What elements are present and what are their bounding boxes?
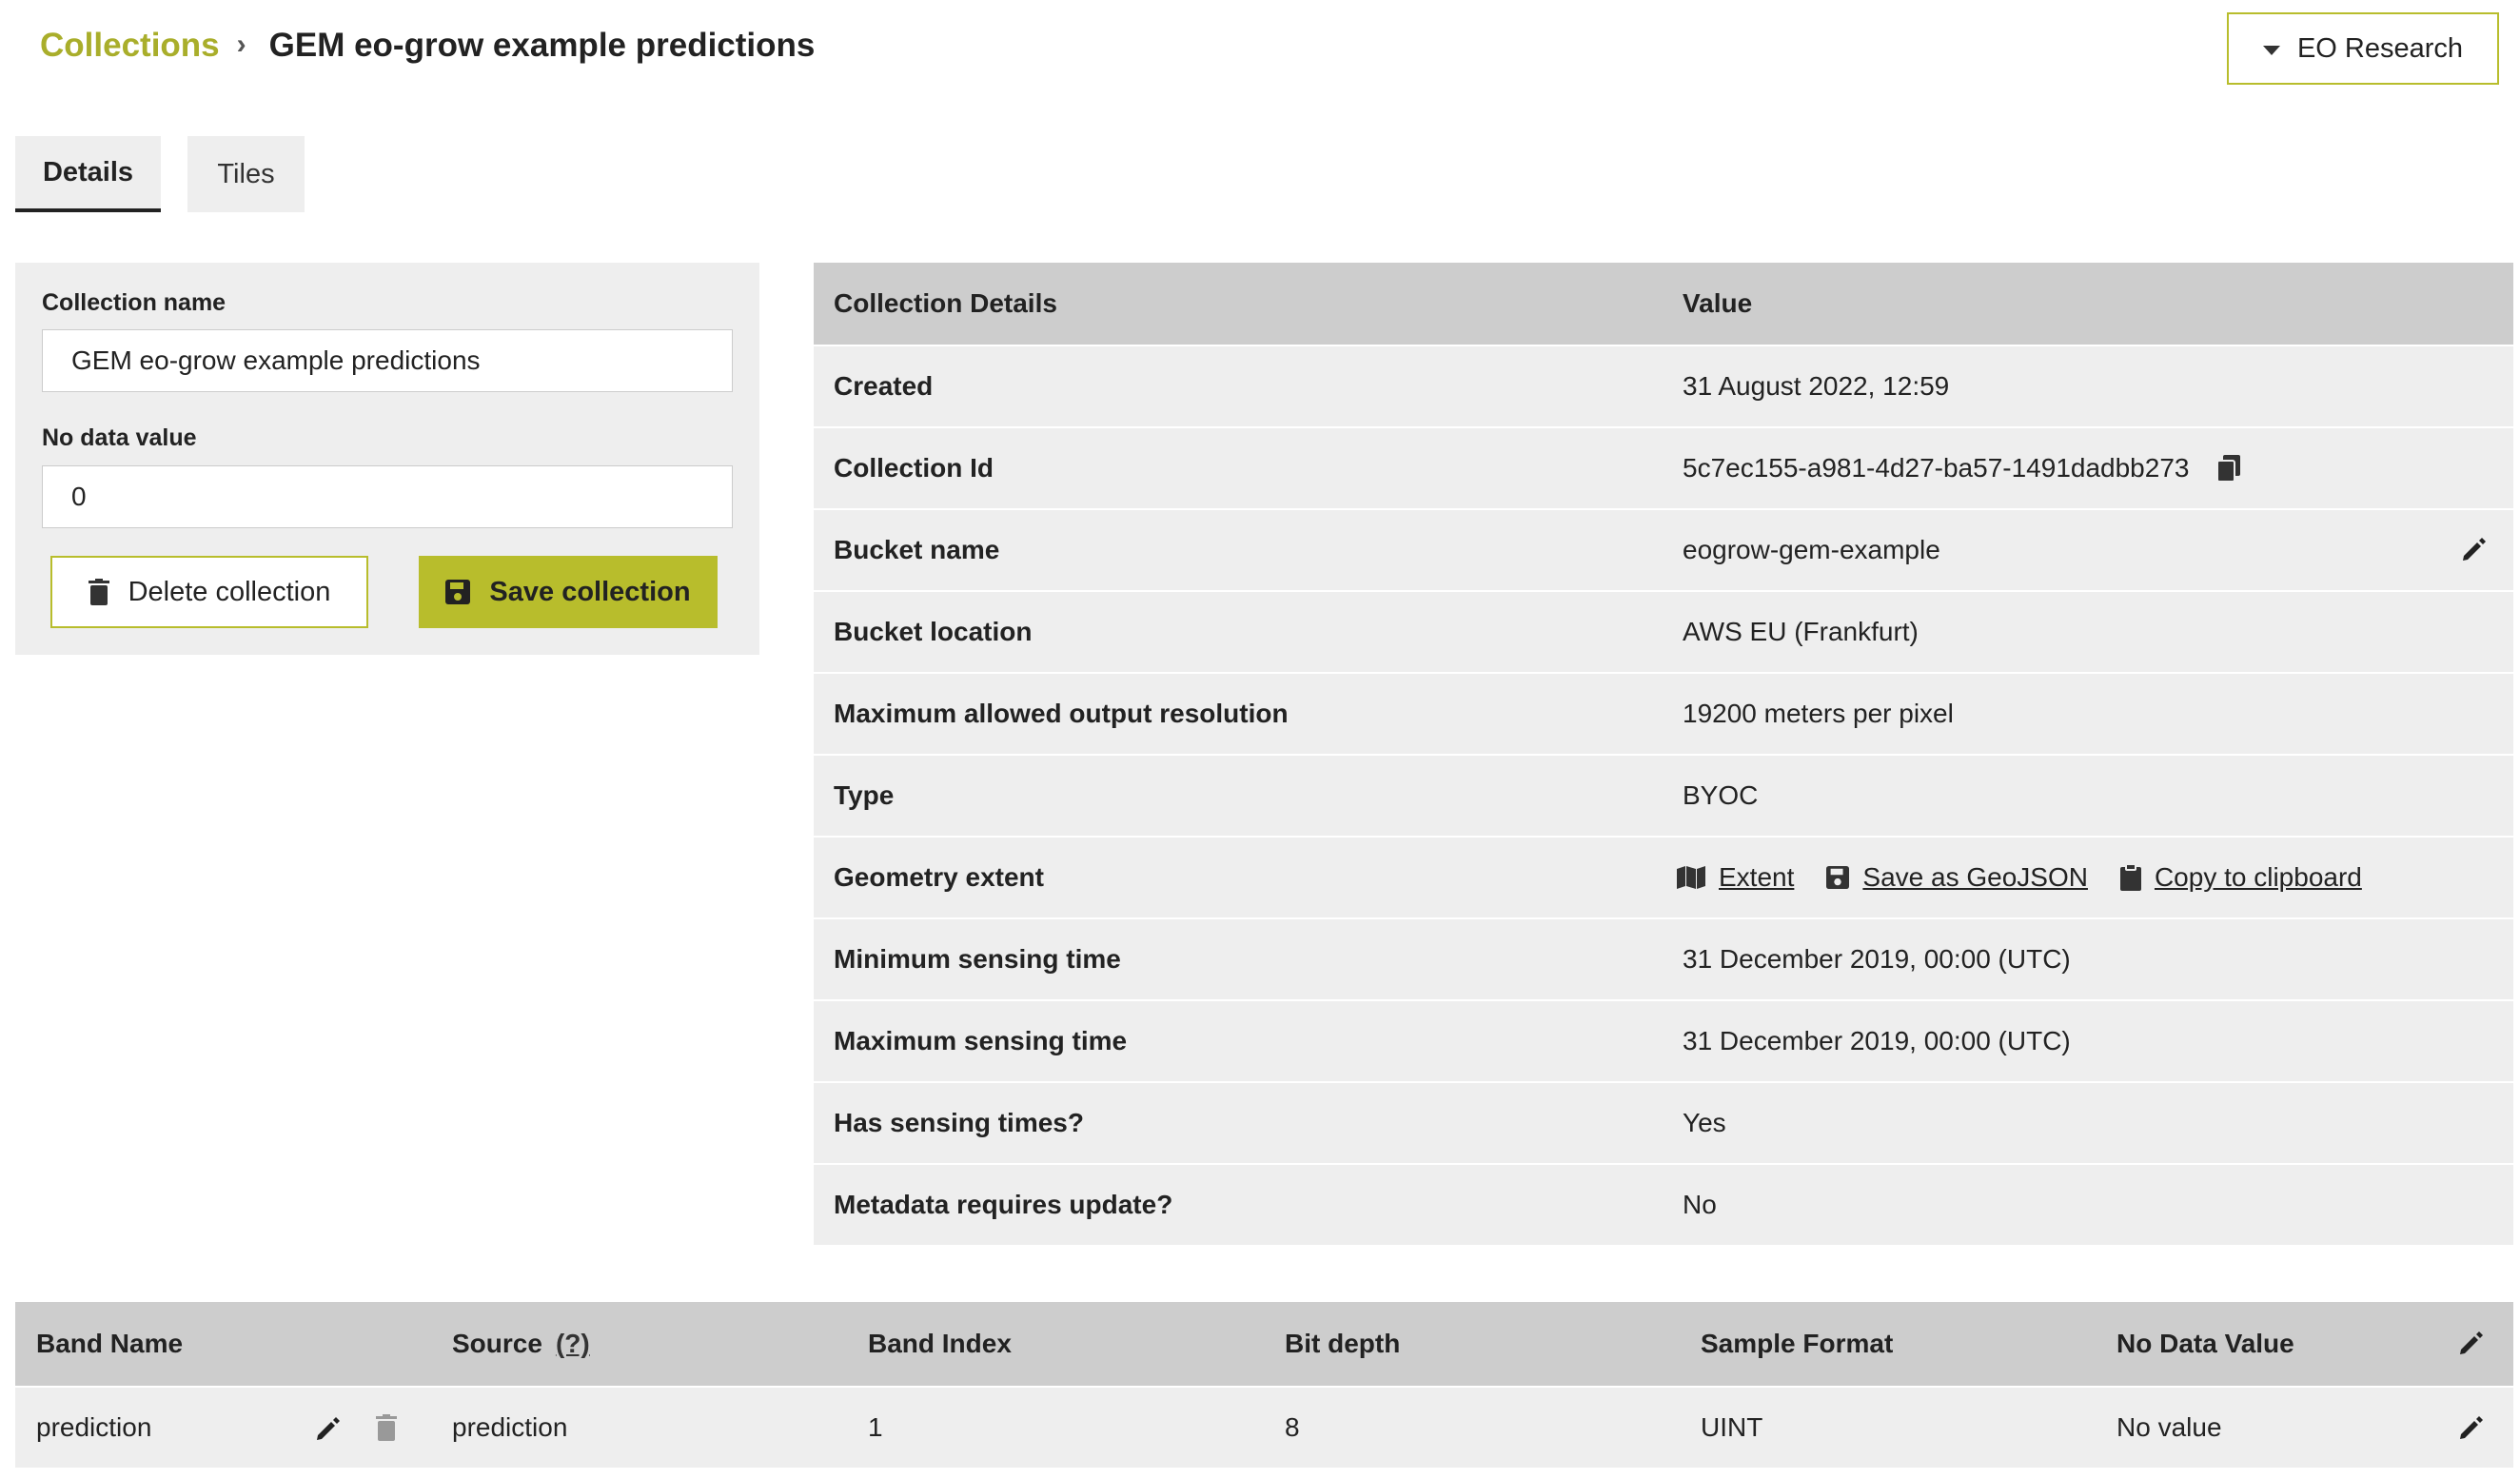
column-header-sample-format: Sample Format: [1701, 1329, 1894, 1358]
tab-details[interactable]: Details: [15, 136, 161, 212]
details-row-bucket-name: Bucket name eogrow-gem-example: [814, 510, 2513, 592]
details-header-row: Collection Details Value: [814, 263, 2513, 346]
bands-table: Band Name Source (?) Band Index Bit dept…: [15, 1302, 2513, 1468]
details-key: Maximum sensing time: [834, 1026, 1128, 1055]
delete-collection-button[interactable]: Delete collection: [50, 556, 368, 628]
collection-name-input[interactable]: GEM eo-grow example predictions: [42, 329, 733, 392]
details-value: eogrow-gem-example: [1683, 535, 1940, 564]
trash-icon: [88, 579, 109, 605]
trash-icon[interactable]: [376, 1414, 397, 1441]
column-header-source-wrapper: Source (?): [452, 1329, 590, 1359]
account-label: EO Research: [2296, 32, 2464, 64]
caret-down-icon: [2262, 46, 2280, 55]
copy-icon[interactable]: [2217, 455, 2241, 482]
details-value: 31 December 2019, 00:00 (UTC): [1683, 944, 2071, 974]
source-help-link[interactable]: (?): [556, 1329, 590, 1359]
column-header-bit-depth: Bit depth: [1285, 1329, 1401, 1358]
column-header-band-index: Band Index: [868, 1329, 1012, 1358]
extent-link[interactable]: Extent: [1677, 862, 1794, 893]
details-key: Type: [834, 780, 895, 810]
details-row-metadata-update: Metadata requires update? No: [814, 1165, 2513, 1247]
copy-to-clipboard-link[interactable]: Copy to clipboard: [2119, 862, 2362, 893]
details-key: Created: [834, 371, 934, 401]
pencil-icon[interactable]: [2460, 537, 2487, 563]
no-data-value-input[interactable]: 0: [42, 465, 733, 528]
details-row-has-sensing-times: Has sensing times? Yes: [814, 1083, 2513, 1165]
delete-collection-label: Delete collection: [128, 576, 331, 607]
save-collection-button[interactable]: Save collection: [419, 556, 718, 628]
details-row-max-sensing-time: Maximum sensing time 31 December 2019, 0…: [814, 1001, 2513, 1083]
floppy-disk-icon: [445, 580, 471, 604]
no-data-value-cell: No value: [2116, 1412, 2222, 1442]
pencil-icon[interactable]: [314, 1416, 341, 1443]
column-header-source: Source: [452, 1329, 542, 1358]
details-row-geometry-extent: Geometry extent Extent Save as GeoJSON C…: [814, 838, 2513, 919]
details-row-bucket-location: Bucket location AWS EU (Frankfurt): [814, 592, 2513, 674]
breadcrumb-collections-link[interactable]: Collections: [40, 27, 220, 65]
collection-name-label: Collection name: [42, 289, 226, 316]
bands-header-row: Band Name Source (?) Band Index Bit dept…: [15, 1302, 2513, 1386]
details-key: Minimum sensing time: [834, 944, 1121, 974]
column-header-band-name: Band Name: [36, 1329, 184, 1358]
save-collection-label: Save collection: [489, 576, 691, 607]
pencil-icon[interactable]: [2457, 1331, 2484, 1357]
details-key: Geometry extent: [834, 862, 1044, 892]
details-key: Metadata requires update?: [834, 1190, 1173, 1219]
save-geojson-link[interactable]: Save as GeoJSON: [1826, 862, 2088, 893]
details-value: 31 August 2022, 12:59: [1683, 371, 1950, 401]
map-icon: [1677, 866, 1705, 889]
details-key: Bucket name: [834, 535, 1000, 564]
tab-tiles[interactable]: Tiles: [187, 136, 305, 212]
details-row-type: Type BYOC: [814, 756, 2513, 838]
column-header-no-data-value: No Data Value: [2116, 1329, 2294, 1358]
extent-link-label: Extent: [1719, 862, 1795, 892]
details-row-min-sensing-time: Minimum sensing time 31 December 2019, 0…: [814, 919, 2513, 1001]
band-name-cell: prediction: [36, 1412, 152, 1442]
geometry-links: Extent Save as GeoJSON Copy to clipboard: [1677, 862, 2394, 893]
details-key: Has sensing times?: [834, 1108, 1084, 1137]
no-data-value-label: No data value: [42, 424, 197, 451]
details-value: BYOC: [1683, 780, 1759, 810]
page-title: GEM eo-grow example predictions: [268, 27, 816, 64]
details-value: AWS EU (Frankfurt): [1683, 617, 1919, 646]
collection-form-panel: Collection name GEM eo-grow example pred…: [15, 263, 759, 655]
breadcrumb: Collections › GEM eo-grow example predic…: [40, 27, 815, 65]
table-row: prediction prediction 1 8 UINT No value: [15, 1386, 2513, 1468]
collection-id-value: 5c7ec155-a981-4d27-ba57-1491dadbb273: [1683, 453, 2190, 483]
details-key: Bucket location: [834, 617, 1033, 646]
band-index-cell: 1: [868, 1412, 883, 1442]
details-row-collection-id: Collection Id 5c7ec155-a981-4d27-ba57-14…: [814, 428, 2513, 510]
account-dropdown-button[interactable]: EO Research: [2227, 12, 2499, 85]
details-value: Yes: [1683, 1108, 1726, 1137]
clipboard-icon: [2119, 864, 2141, 891]
floppy-disk-icon: [1826, 866, 1850, 889]
details-value-wrapper: 5c7ec155-a981-4d27-ba57-1491dadbb273: [1683, 453, 2241, 483]
source-cell: prediction: [452, 1412, 568, 1442]
collection-details-table: Collection Details Value Created 31 Augu…: [814, 263, 2513, 1247]
details-key: Collection Id: [834, 453, 994, 483]
pencil-icon[interactable]: [2457, 1415, 2484, 1442]
details-row-max-resolution: Maximum allowed output resolution 19200 …: [814, 674, 2513, 756]
details-header-value: Value: [1683, 288, 1753, 318]
details-row-created: Created 31 August 2022, 12:59: [814, 346, 2513, 428]
details-header-key: Collection Details: [834, 288, 1057, 318]
details-value: No: [1683, 1190, 1717, 1219]
details-value: 31 December 2019, 00:00 (UTC): [1683, 1026, 2071, 1055]
bit-depth-cell: 8: [1285, 1412, 1300, 1442]
copy-to-clipboard-label: Copy to clipboard: [2154, 862, 2362, 892]
sample-format-cell: UINT: [1701, 1412, 1763, 1442]
breadcrumb-separator-icon: ›: [236, 29, 246, 60]
save-geojson-label: Save as GeoJSON: [1862, 862, 2088, 892]
details-key: Maximum allowed output resolution: [834, 699, 1289, 728]
details-value: 19200 meters per pixel: [1683, 699, 1954, 728]
